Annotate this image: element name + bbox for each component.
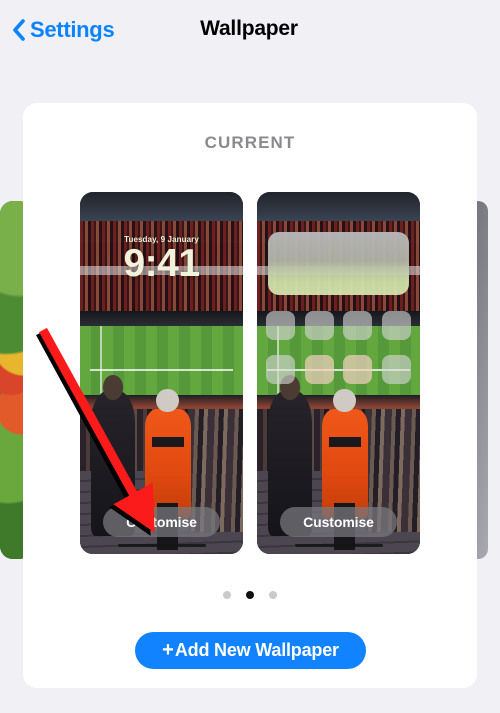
stadium-steward-figure — [322, 388, 368, 518]
navigation-bar: Settings Wallpaper — [0, 0, 500, 60]
lock-screen-time: 9:41 — [123, 242, 200, 285]
page-dot-1[interactable] — [223, 591, 231, 599]
app-icon-placeholder — [381, 355, 411, 384]
stadium-steward-figure — [145, 388, 191, 518]
app-icon-placeholder — [343, 355, 373, 384]
customise-lock-screen-label: Customise — [126, 514, 197, 530]
plus-icon: + — [162, 639, 174, 661]
add-new-wallpaper-button[interactable]: + Add New Wallpaper — [135, 632, 366, 669]
app-icon-row-1 — [266, 311, 411, 340]
home-indicator-bar — [117, 544, 206, 547]
app-icon-placeholder — [304, 355, 334, 384]
app-icon-placeholder — [343, 311, 373, 340]
app-icon-placeholder — [266, 355, 295, 384]
carousel-page-dots — [23, 591, 477, 599]
current-wallpaper-card: CURRENT Tuesday, 9 January 9:41 Customis… — [23, 103, 477, 688]
customise-home-screen-button[interactable]: Customise — [280, 507, 397, 537]
page-dot-2-active[interactable] — [246, 591, 254, 599]
stadium-hoarding — [80, 311, 243, 327]
customise-home-screen-label: Customise — [303, 514, 374, 530]
home-indicator-bar — [294, 544, 383, 547]
current-section-heading: CURRENT — [204, 133, 296, 152]
lock-screen-preview[interactable]: Tuesday, 9 January 9:41 Customise — [80, 192, 243, 554]
home-screen-widget-placeholder — [268, 232, 409, 295]
page-title: Wallpaper — [200, 17, 298, 40]
home-screen-preview[interactable]: Customise — [257, 192, 420, 554]
app-icon-row-2 — [266, 355, 411, 384]
app-icon-placeholder — [381, 311, 411, 340]
customise-lock-screen-button[interactable]: Customise — [103, 507, 220, 537]
page-dot-3[interactable] — [269, 591, 277, 599]
app-icon-placeholder — [266, 311, 295, 340]
app-icon-placeholder — [304, 311, 334, 340]
add-new-wallpaper-label: Add New Wallpaper — [174, 640, 339, 660]
